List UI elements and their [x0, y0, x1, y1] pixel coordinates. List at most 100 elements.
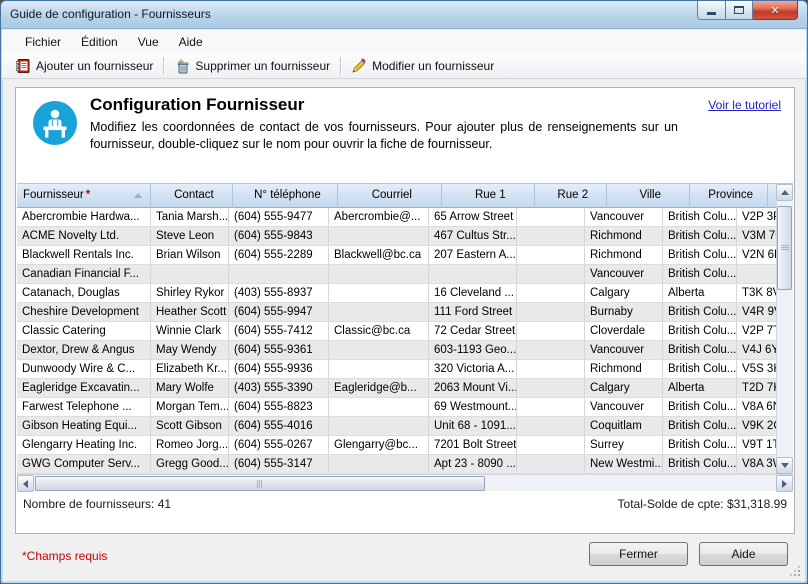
- table-cell: New Westmi...: [585, 455, 663, 473]
- table-cell: 69 Westmount...: [429, 398, 517, 416]
- close-window-button[interactable]: ✕: [753, 1, 798, 20]
- table-row[interactable]: Blackwell Rentals Inc.Brian Wilson(604) …: [17, 246, 776, 265]
- table-cell: [329, 398, 429, 416]
- title-bar[interactable]: Guide de configuration - Fournisseurs ✕: [1, 1, 807, 29]
- delete-supplier-button[interactable]: Supprimer un fournisseur: [167, 56, 337, 76]
- toolbar: Ajouter un fournisseur Supprimer un four…: [2, 53, 806, 79]
- table-cell: Mary Wolfe: [151, 379, 229, 397]
- table-row[interactable]: Glengarry Heating Inc.Romeo Jorg...(604)…: [17, 436, 776, 455]
- page-description: Modifiez les coordonnées de contact de v…: [90, 119, 678, 153]
- table-row[interactable]: Abercrombie Hardwa...Tania Marsh...(604)…: [17, 208, 776, 227]
- table-cell: V9K 2O5: [737, 417, 776, 435]
- table-cell: Brian Wilson: [151, 246, 229, 264]
- table-row[interactable]: Cheshire DevelopmentHeather Scott(604) 5…: [17, 303, 776, 322]
- table-cell: British Colu...: [663, 436, 737, 454]
- table-row[interactable]: Dunwoody Wire & C...Elizabeth Kr...(604)…: [17, 360, 776, 379]
- table-cell: British Colu...: [663, 227, 737, 245]
- toolbar-separator: [163, 57, 164, 75]
- add-supplier-button[interactable]: Ajouter un fournisseur: [8, 56, 160, 76]
- table-cell: (403) 555-8937: [229, 284, 329, 302]
- table-cell: Blackwell@bc.ca: [329, 246, 429, 264]
- required-asterisk: *: [86, 189, 90, 201]
- close-icon: ✕: [770, 4, 779, 17]
- column-header-rue2[interactable]: Rue 2: [539, 184, 607, 208]
- table-cell: Vancouver: [585, 208, 663, 226]
- table-cell: V3M 7Q: [737, 227, 776, 245]
- table-cell: 320 Victoria A...: [429, 360, 517, 378]
- menu-edition[interactable]: Édition: [71, 32, 128, 52]
- column-header-telephone[interactable]: N° téléphone: [238, 184, 338, 208]
- minimize-button[interactable]: [697, 1, 726, 20]
- table-cell: (604) 555-9936: [229, 360, 329, 378]
- table-cell: Alberta: [663, 284, 737, 302]
- table-cell: [517, 360, 585, 378]
- table-cell: V4J 6Y9: [737, 341, 776, 359]
- column-header-ville[interactable]: Ville: [612, 184, 690, 208]
- table-cell: (604) 555-9361: [229, 341, 329, 359]
- table-cell: Burnaby: [585, 303, 663, 321]
- page-title: Configuration Fournisseur: [90, 95, 304, 115]
- vertical-scrollbar[interactable]: [776, 184, 793, 474]
- table-cell: British Colu...: [663, 265, 737, 283]
- table-cell: Abercrombie Hardwa...: [17, 208, 151, 226]
- scroll-down-button[interactable]: [776, 457, 793, 474]
- column-header-courriel[interactable]: Courriel: [342, 184, 442, 208]
- table-cell: [517, 303, 585, 321]
- table-cell: Catanach, Douglas: [17, 284, 151, 302]
- help-button[interactable]: Aide: [699, 542, 788, 566]
- sort-ascending-icon: [134, 193, 142, 198]
- table-row[interactable]: ACME Novelty Ltd.Steve Leon(604) 555-984…: [17, 227, 776, 246]
- tutorial-link[interactable]: Voir le tutoriel: [708, 98, 781, 112]
- horizontal-scrollbar[interactable]: [17, 474, 793, 491]
- add-supplier-label: Ajouter un fournisseur: [36, 59, 153, 73]
- table-cell: (604) 555-0267: [229, 436, 329, 454]
- table-cell: Farwest Telephone ...: [17, 398, 151, 416]
- column-header-fournisseur[interactable]: Fournisseur*: [17, 184, 151, 208]
- table-cell: Eagleridge@b...: [329, 379, 429, 397]
- table-cell: [329, 455, 429, 473]
- account-balance-total: Total-Solde de cpte: $31,318.99: [618, 497, 787, 511]
- account-balance-value: $31,318.99: [727, 497, 787, 511]
- arrow-left-icon: [23, 480, 28, 488]
- table-cell: T2D 7K0: [737, 379, 776, 397]
- menu-vue[interactable]: Vue: [128, 32, 169, 52]
- scroll-right-button[interactable]: [776, 475, 793, 492]
- table-cell: [329, 360, 429, 378]
- table-cell: Surrey: [585, 436, 663, 454]
- close-button[interactable]: Fermer: [589, 542, 688, 566]
- menu-fichier[interactable]: Fichier: [15, 32, 71, 52]
- menu-aide[interactable]: Aide: [169, 32, 213, 52]
- table-cell: Tania Marsh...: [151, 208, 229, 226]
- table-row[interactable]: Eagleridge Excavatin...Mary Wolfe(403) 5…: [17, 379, 776, 398]
- column-header-rue1[interactable]: Rue 1: [447, 184, 535, 208]
- table-cell: [517, 417, 585, 435]
- table-row[interactable]: Gibson Heating Equi...Scott Gibson(604) …: [17, 417, 776, 436]
- suppliers-table: Fournisseur* Contact N° téléphone Courri…: [17, 183, 793, 491]
- table-cell: [517, 227, 585, 245]
- scroll-left-button[interactable]: [17, 475, 34, 492]
- table-row[interactable]: Catanach, DouglasShirley Rykor(403) 555-…: [17, 284, 776, 303]
- table-header-row: Fournisseur* Contact N° téléphone Courri…: [17, 184, 776, 208]
- table-cell: Eagleridge Excavatin...: [17, 379, 151, 397]
- thumb-grip: [257, 480, 258, 488]
- horizontal-scrollbar-thumb[interactable]: [35, 476, 485, 491]
- table-cell: Apt 23 - 8090 ...: [429, 455, 517, 473]
- table-row[interactable]: GWG Computer Serv...Gregg Good...(604) 5…: [17, 455, 776, 474]
- table-cell: British Colu...: [663, 246, 737, 264]
- column-header-contact[interactable]: Contact: [155, 184, 233, 208]
- vertical-scrollbar-thumb[interactable]: [777, 206, 792, 290]
- table-cell: Vancouver: [585, 341, 663, 359]
- table-row[interactable]: Dextor, Drew & AngusMay Wendy(604) 555-9…: [17, 341, 776, 360]
- table-cell: British Colu...: [663, 303, 737, 321]
- table-cell: (604) 555-3147: [229, 455, 329, 473]
- edit-supplier-button[interactable]: Modifier un fournisseur: [344, 56, 501, 76]
- table-cell: 2063 Mount Vi...: [429, 379, 517, 397]
- table-row[interactable]: Classic CateringWinnie Clark(604) 555-74…: [17, 322, 776, 341]
- table-cell: Steve Leon: [151, 227, 229, 245]
- column-header-province[interactable]: Province: [694, 184, 768, 208]
- scroll-up-button[interactable]: [776, 184, 793, 201]
- maximize-button[interactable]: [726, 1, 753, 20]
- table-row[interactable]: Canadian Financial F...VancouverBritish …: [17, 265, 776, 284]
- table-row[interactable]: Farwest Telephone ...Morgan Tem...(604) …: [17, 398, 776, 417]
- resize-grip[interactable]: [790, 566, 800, 576]
